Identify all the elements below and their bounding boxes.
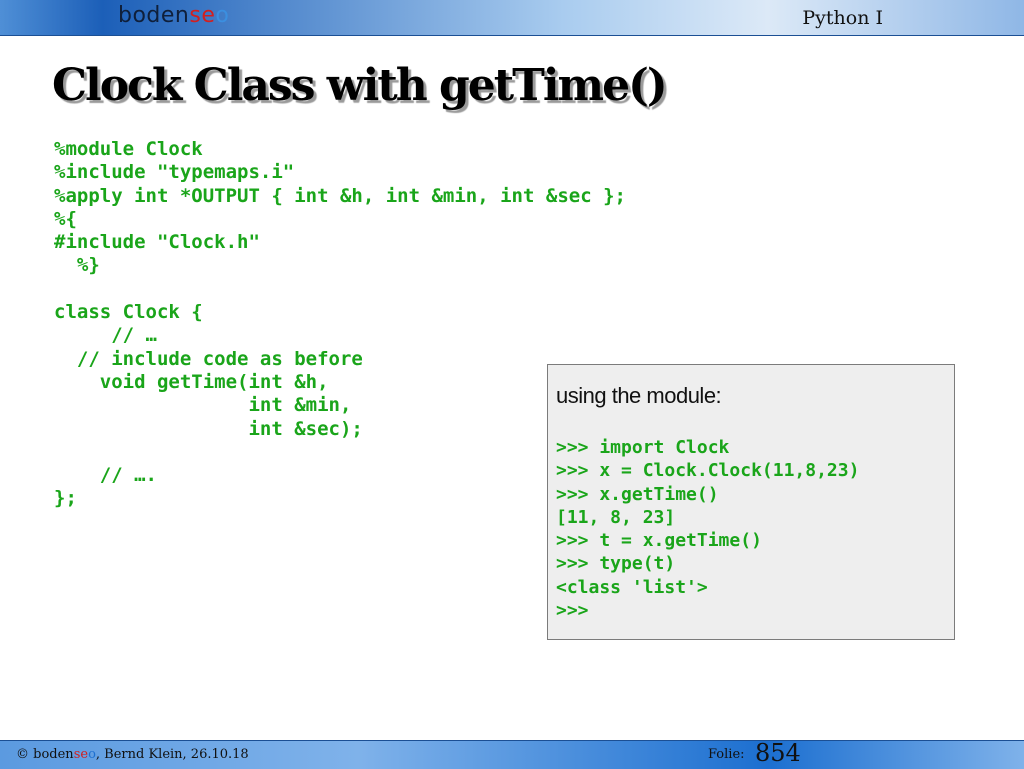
page-number: 854 xyxy=(755,739,801,767)
folie-label: Folie: xyxy=(708,747,745,762)
brand-logo: bodenseo xyxy=(118,3,230,28)
header-bar: bodenseo Python I xyxy=(0,0,1024,36)
slide-title: Clock Class with getTime() xyxy=(52,60,668,111)
footer-bar: © bodenseo, Bernd Klein, 26.10.18 Folie:… xyxy=(0,739,1024,769)
footer-copyright: © bodenseo, Bernd Klein, 26.10.18 xyxy=(16,747,249,762)
python-session-code: >>> import Clock >>> x = Clock.Clock(11,… xyxy=(556,437,860,622)
course-title: Python I xyxy=(802,7,883,29)
swig-code-block: %module Clock %include "typemaps.i" %app… xyxy=(54,138,626,510)
usage-heading: using the module: xyxy=(556,383,722,408)
usage-example-box: using the module: >>> import Clock >>> x… xyxy=(547,364,955,640)
